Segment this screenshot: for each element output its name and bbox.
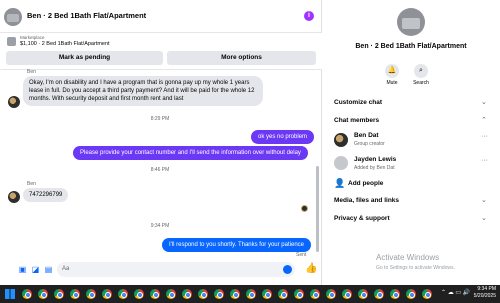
activate-windows-subtext: Go to Settings to activate Windows.	[376, 265, 455, 271]
emoji-icon[interactable]	[283, 265, 292, 274]
chevron-up-icon[interactable]: ⌃	[481, 116, 487, 124]
browser-icon[interactable]	[294, 289, 304, 299]
avatar[interactable]	[8, 96, 20, 108]
like-icon[interactable]: 👍	[305, 263, 317, 274]
mute-label[interactable]: Mute	[380, 80, 404, 86]
browser-icon[interactable]	[230, 289, 240, 299]
incoming-message[interactable]: 7472296799	[23, 188, 69, 202]
clock-date[interactable]: 5/20/2025	[466, 293, 496, 299]
browser-icon[interactable]	[86, 289, 96, 299]
timestamp: 9:34 PM	[150, 223, 170, 229]
seen-avatar	[301, 205, 308, 212]
bell-icon[interactable]: 🔔	[385, 64, 399, 78]
browser-icon[interactable]	[214, 289, 224, 299]
browser-icon[interactable]	[310, 289, 320, 299]
timestamp: 8:46 PM	[150, 167, 170, 173]
browser-icon[interactable]	[246, 289, 256, 299]
browser-icon[interactable]	[422, 289, 432, 299]
browser-icon[interactable]	[342, 289, 352, 299]
browser-icon[interactable]	[374, 289, 384, 299]
more-icon[interactable]: ···	[481, 133, 488, 140]
chevron-down-icon[interactable]: ⌄	[481, 196, 487, 204]
message-input[interactable]: Aa	[57, 262, 295, 277]
browser-icon[interactable]	[166, 289, 176, 299]
browser-icon[interactable]	[22, 289, 32, 299]
browser-icon[interactable]	[390, 289, 400, 299]
search-label[interactable]: Search	[409, 80, 433, 86]
sender-name: Ben	[27, 69, 36, 75]
media-files-links[interactable]: Media, files and links	[334, 197, 399, 204]
customize-chat[interactable]: Customize chat	[334, 99, 382, 106]
more-options-button[interactable]: More options	[167, 51, 316, 65]
chevron-down-icon[interactable]: ⌄	[127, 10, 133, 18]
member-role: Added by Ben Dat	[354, 165, 395, 171]
privacy-support[interactable]: Privacy & support	[334, 215, 390, 222]
chevron-down-icon[interactable]: ⌄	[481, 98, 487, 106]
member-name[interactable]: Jayden Lewis	[354, 156, 396, 163]
outgoing-message[interactable]: I'll respond to you shortly. Thanks for …	[162, 238, 311, 252]
browser-icon[interactable]	[182, 289, 192, 299]
add-person-icon[interactable]: 👤	[334, 178, 345, 188]
incoming-message[interactable]: Okay, I'm on disability and I have a pro…	[23, 76, 263, 106]
listing-avatar	[397, 8, 425, 36]
outgoing-message[interactable]: Please provide your contact number and I…	[73, 146, 308, 160]
avatar[interactable]	[334, 156, 348, 170]
image-icon[interactable]: ▣	[18, 265, 27, 274]
listing-thumbnail[interactable]	[4, 8, 22, 26]
browser-icon[interactable]	[134, 289, 144, 299]
marketplace-label: Marketplace	[20, 35, 45, 40]
info-title: Ben · 2 Bed 1Bath Flat/Apartment	[355, 43, 467, 50]
browser-icon[interactable]	[54, 289, 64, 299]
mark-pending-button[interactable]: Mark as pending	[6, 51, 163, 65]
scrollbar[interactable]	[316, 166, 319, 252]
browser-icon[interactable]	[38, 289, 48, 299]
member-role: Group creator	[354, 141, 385, 147]
browser-icon[interactable]	[262, 289, 272, 299]
sticker-icon[interactable]: ◪	[31, 265, 40, 274]
avatar[interactable]	[334, 133, 348, 147]
add-people-button[interactable]: Add people	[348, 180, 383, 187]
windows-start-icon[interactable]	[5, 289, 15, 299]
search-icon[interactable]: ⌕	[414, 64, 428, 78]
browser-icon[interactable]	[150, 289, 160, 299]
browser-icon[interactable]	[198, 289, 208, 299]
browser-icon[interactable]	[278, 289, 288, 299]
browser-icon[interactable]	[326, 289, 336, 299]
activate-windows-watermark: Activate Windows	[376, 253, 440, 262]
sent-status: Sent	[296, 252, 307, 258]
clock-time[interactable]: 9:34 PM	[466, 286, 496, 292]
chat-members-header[interactable]: Chat members	[334, 117, 379, 124]
browser-icon[interactable]	[118, 289, 128, 299]
member-name[interactable]: Ben Dat	[354, 132, 379, 139]
more-icon[interactable]: ···	[481, 157, 488, 164]
browser-icon[interactable]	[406, 289, 416, 299]
browser-icon[interactable]	[102, 289, 112, 299]
info-icon[interactable]: i	[304, 11, 314, 21]
browser-icon[interactable]	[358, 289, 368, 299]
outgoing-message[interactable]: ok yes no problem	[251, 130, 315, 144]
browser-icon[interactable]	[70, 289, 80, 299]
sender-name: Ben	[27, 181, 36, 187]
chevron-down-icon[interactable]: ⌄	[481, 214, 487, 222]
timestamp: 8:29 PM	[150, 116, 170, 122]
gif-icon[interactable]: ▤	[44, 265, 53, 274]
marketplace-icon	[7, 37, 16, 46]
listing-summary[interactable]: $1,100 · 2 Bed 1Bath Flat/Apartment	[20, 41, 110, 47]
avatar[interactable]	[8, 191, 20, 203]
